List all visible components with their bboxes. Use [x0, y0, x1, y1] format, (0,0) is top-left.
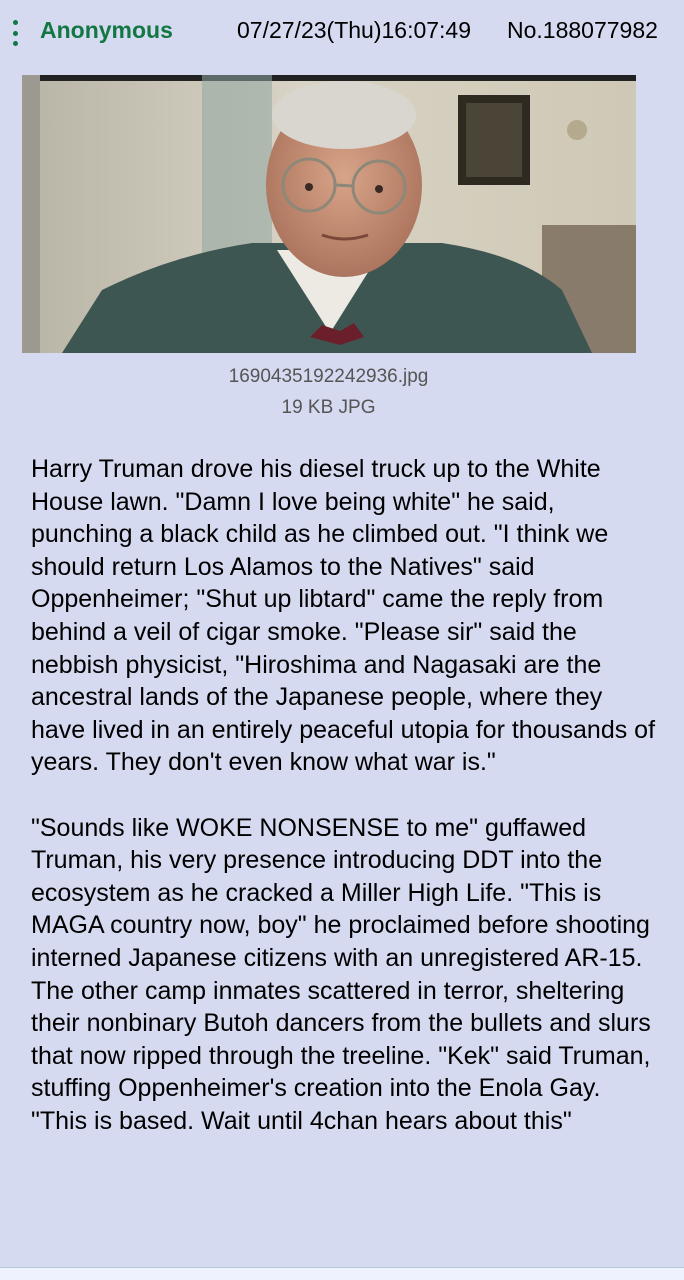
- message-paragraph: "Sounds like WOKE NONSENSE to me" guffaw…: [31, 813, 651, 1135]
- post-number[interactable]: No.188077982: [507, 17, 658, 44]
- message-paragraph: Harry Truman drove his diesel truck up t…: [31, 455, 656, 777]
- post: Anonymous 07/27/23(Thu)16:07:49 No.18807…: [0, 0, 684, 1268]
- thumbnail-picture: [22, 75, 636, 353]
- poster-name: Anonymous: [40, 17, 173, 43]
- file-name[interactable]: 1690435192242936.jpg: [0, 366, 657, 388]
- ellipsis-dot: [12, 41, 18, 46]
- post-message: Harry Truman drove his diesel truck up t…: [31, 453, 661, 1137]
- ellipsis-dot: [12, 20, 18, 25]
- file-info: 19 KB JPG: [281, 397, 376, 418]
- post-header: Anonymous 07/27/23(Thu)16:07:49 No.18807…: [0, 0, 684, 62]
- post-image-thumbnail[interactable]: [22, 75, 636, 353]
- vertical-ellipsis-icon[interactable]: [8, 20, 22, 46]
- ellipsis-dot: [12, 30, 18, 36]
- post-datetime: 07/27/23(Thu)16:07:49: [237, 17, 472, 43]
